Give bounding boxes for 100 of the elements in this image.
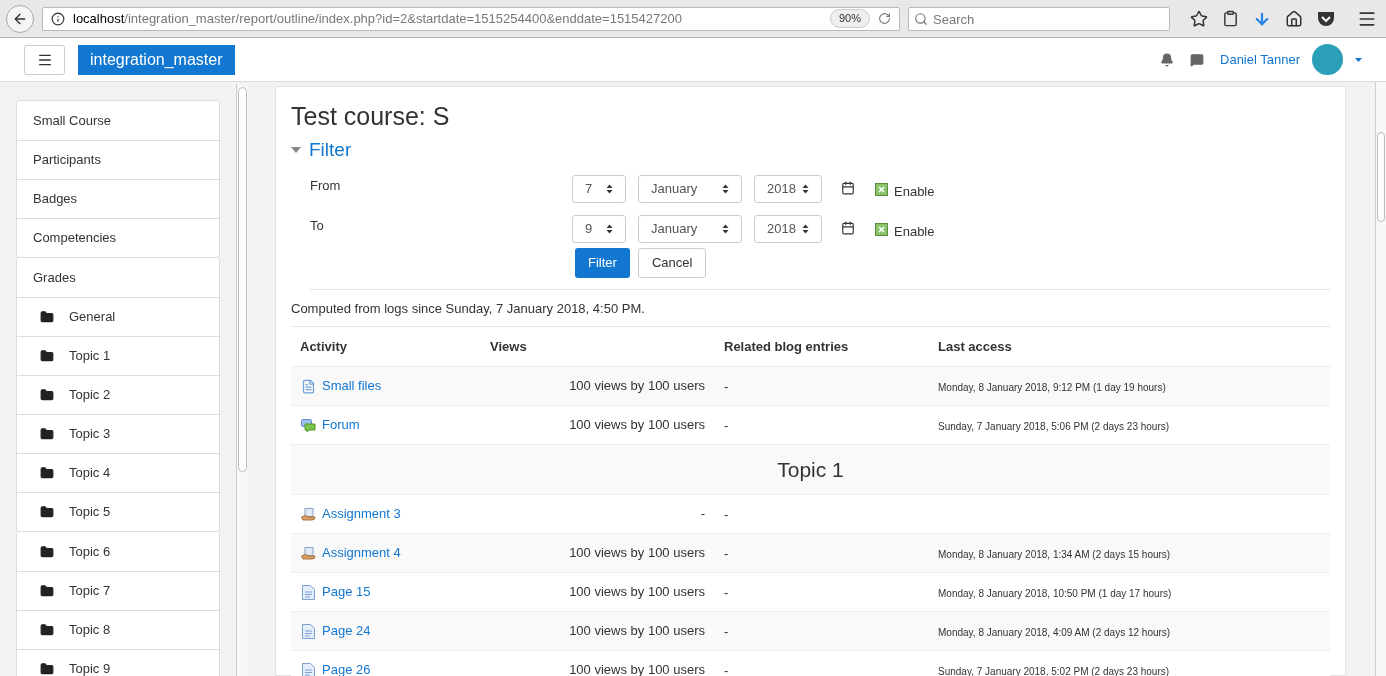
avatar[interactable] bbox=[1312, 44, 1343, 75]
table-cell: - bbox=[724, 546, 729, 561]
nav-item[interactable]: Topic 9 bbox=[17, 649, 219, 676]
calendar-icon[interactable] bbox=[841, 180, 855, 195]
nav-item[interactable]: Badges bbox=[17, 179, 219, 218]
nav-item[interactable]: Topic 6 bbox=[17, 532, 219, 571]
url-field[interactable]: localhost/integration_master/report/outline/index.php?id=2&startdate=1515254400&enddate=1515427200 90% bbox=[42, 6, 900, 31]
activity-link[interactable]: Page 24 bbox=[322, 621, 371, 641]
nav-item[interactable]: Topic 4 bbox=[17, 453, 219, 492]
spinner-icon bbox=[606, 223, 613, 234]
enable-label: Enable bbox=[894, 222, 935, 241]
nav-item[interactable]: Topic 7 bbox=[17, 571, 219, 610]
table-cell: - bbox=[724, 379, 729, 394]
nav-item[interactable]: Small Course bbox=[17, 101, 219, 140]
select-field[interactable]: 7 bbox=[572, 174, 626, 203]
filter-toggle[interactable]: Filter bbox=[291, 136, 352, 165]
caret-icon[interactable] bbox=[1355, 57, 1362, 62]
select-field[interactable]: 2018 bbox=[754, 214, 822, 243]
section-row: Topic 1 bbox=[291, 444, 1330, 494]
select-field[interactable]: 9 bbox=[572, 214, 626, 243]
activity-link[interactable]: Assignment 3 bbox=[322, 504, 401, 524]
folder-icon bbox=[40, 349, 54, 363]
page-icon bbox=[301, 623, 315, 639]
table-cell: Monday, 8 January 2018, 9:12 PM (1 day 19 hours) bbox=[938, 382, 1166, 393]
nav-item[interactable]: Topic 8 bbox=[17, 610, 219, 649]
computed-note: Computed from logs since Sunday, 7 January 2018, 4:50 PM. bbox=[291, 298, 1330, 327]
menu-toggle-button[interactable] bbox=[24, 44, 65, 75]
folder-icon bbox=[40, 466, 54, 480]
nav-item[interactable]: General bbox=[17, 297, 219, 336]
table-cell: Monday, 8 January 2018, 10:50 PM (1 day 17 hours) bbox=[938, 588, 1172, 599]
hand-document-icon bbox=[300, 507, 316, 521]
filter-button[interactable]: Filter bbox=[575, 247, 630, 278]
document-icon bbox=[300, 378, 316, 394]
folder-icon bbox=[40, 427, 54, 441]
folder-icon bbox=[40, 623, 54, 637]
calendar-icon[interactable] bbox=[841, 220, 855, 235]
table-cell-text: - bbox=[700, 505, 705, 524]
column-header: Activity bbox=[300, 337, 348, 356]
home-icon[interactable] bbox=[1285, 9, 1303, 28]
page-title: Test course: S bbox=[291, 101, 451, 131]
folder-icon bbox=[40, 388, 54, 402]
table-cell-text: 100 views by 100 users bbox=[569, 583, 705, 602]
table-cell: - bbox=[724, 418, 729, 433]
activity-link[interactable]: Small files bbox=[322, 376, 382, 396]
table-cell-text: 100 views by 100 users bbox=[569, 377, 705, 396]
select-field[interactable]: January bbox=[638, 174, 742, 203]
cross-icon bbox=[878, 186, 885, 194]
column-header: Last access bbox=[938, 337, 1013, 356]
table-cell-text: 100 views by 100 users bbox=[569, 544, 705, 563]
cross-icon bbox=[878, 226, 885, 234]
table-cell-text: 100 views by 100 users bbox=[569, 416, 705, 435]
spinner-icon bbox=[722, 183, 729, 194]
field-label: To bbox=[310, 216, 325, 235]
spinner-icon bbox=[722, 223, 729, 234]
user-name-link[interactable]: Daniel Tanner bbox=[1220, 49, 1300, 70]
select-field[interactable]: January bbox=[638, 214, 742, 243]
table-cell: - bbox=[724, 507, 729, 522]
table-cell: - bbox=[724, 585, 729, 600]
nav-item[interactable]: Topic 1 bbox=[17, 336, 219, 375]
cancel-button[interactable]: Cancel bbox=[637, 247, 707, 278]
pocket-icon[interactable] bbox=[1317, 10, 1335, 27]
search-field[interactable]: Search bbox=[908, 7, 1170, 31]
bell-icon[interactable] bbox=[1160, 52, 1174, 67]
clipboard-icon[interactable] bbox=[1222, 10, 1239, 27]
folder-icon bbox=[40, 505, 54, 519]
nav-item[interactable]: Topic 2 bbox=[17, 375, 219, 414]
site-name-link[interactable]: integration_master bbox=[78, 44, 235, 75]
select-field[interactable]: 2018 bbox=[754, 174, 822, 203]
bookmark-star-icon[interactable] bbox=[1190, 9, 1208, 28]
table-cell: - bbox=[724, 663, 729, 676]
folder-icon bbox=[40, 544, 54, 559]
hand-document-icon bbox=[300, 546, 316, 560]
table-cell: - bbox=[724, 624, 729, 639]
enable-label: Enable bbox=[894, 182, 935, 201]
chat-bubble-icon[interactable] bbox=[1190, 52, 1204, 67]
nav-item[interactable]: Topic 3 bbox=[17, 414, 219, 453]
field-label: From bbox=[310, 176, 342, 195]
page-icon bbox=[301, 584, 315, 600]
folder-icon bbox=[40, 584, 54, 598]
nav-item[interactable]: Grades bbox=[17, 258, 219, 297]
activity-link[interactable]: Forum bbox=[322, 415, 360, 435]
enable-checkbox[interactable] bbox=[875, 183, 888, 197]
folder-icon bbox=[40, 662, 54, 676]
zoom-level[interactable]: 90% bbox=[829, 9, 870, 28]
table-cell-text: 100 views by 100 users bbox=[569, 622, 705, 641]
column-header: Views bbox=[490, 337, 528, 356]
nav-item[interactable]: Participants bbox=[17, 140, 219, 179]
activity-link[interactable]: Assignment 4 bbox=[322, 543, 401, 563]
activity-link[interactable]: Page 15 bbox=[322, 582, 371, 602]
table-cell: Monday, 8 January 2018, 1:34 AM (2 days 15 hours) bbox=[938, 549, 1171, 560]
column-header: Related blog entries bbox=[724, 337, 850, 356]
enable-checkbox[interactable] bbox=[875, 223, 888, 237]
table-cell: Monday, 8 January 2018, 4:09 AM (2 days 12 hours) bbox=[938, 627, 1171, 638]
back-button[interactable] bbox=[6, 4, 34, 33]
folder-icon bbox=[40, 310, 54, 324]
search-icon bbox=[914, 11, 928, 26]
chat-bubbles-icon bbox=[300, 418, 316, 432]
table-cell: Sunday, 7 January 2018, 5:06 PM (2 days 23 hours) bbox=[938, 421, 1170, 432]
spinner-icon bbox=[802, 183, 809, 194]
reload-icon[interactable] bbox=[878, 12, 891, 25]
